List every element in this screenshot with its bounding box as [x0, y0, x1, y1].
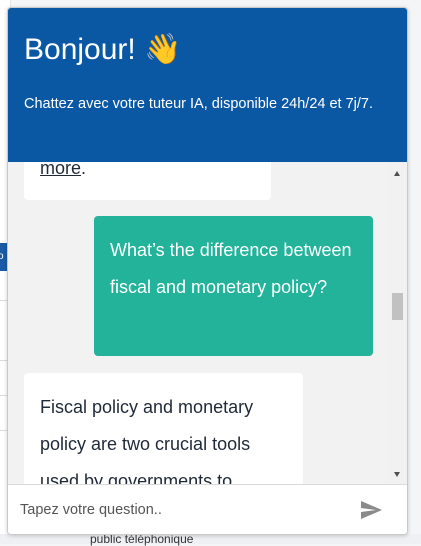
chat-subtitle: Chattez avec votre tuteur IA, disponible… [24, 96, 374, 112]
chat-widget: Bonjour! 👋 Chattez avec votre tuteur IA,… [7, 7, 408, 535]
chat-input-bar [8, 484, 407, 534]
bot-message: Fiscal policy and monetary policy are tw… [24, 373, 303, 484]
message-list[interactable]: more. What’s the difference between fisc… [8, 162, 388, 484]
question-input[interactable] [20, 497, 340, 523]
send-icon [361, 501, 382, 519]
scroll-down-arrow-icon[interactable] [394, 472, 400, 477]
scroll-up-arrow-icon[interactable] [394, 171, 400, 176]
bot-message: more. [24, 162, 271, 200]
chat-title: Bonjour! 👋 [24, 33, 182, 66]
scroll-thumb[interactable] [392, 293, 403, 320]
user-message: What’s the difference between fiscal and… [94, 216, 373, 356]
background-page-bottom [0, 534, 421, 544]
background-tab-label: o [0, 251, 4, 262]
bot-message-suffix: . [81, 162, 87, 178]
message-scrollbar[interactable] [388, 162, 407, 484]
chat-header: Bonjour! 👋 Chattez avec votre tuteur IA,… [8, 8, 407, 162]
read-more-link[interactable]: more [40, 162, 81, 178]
send-button[interactable] [358, 498, 384, 522]
